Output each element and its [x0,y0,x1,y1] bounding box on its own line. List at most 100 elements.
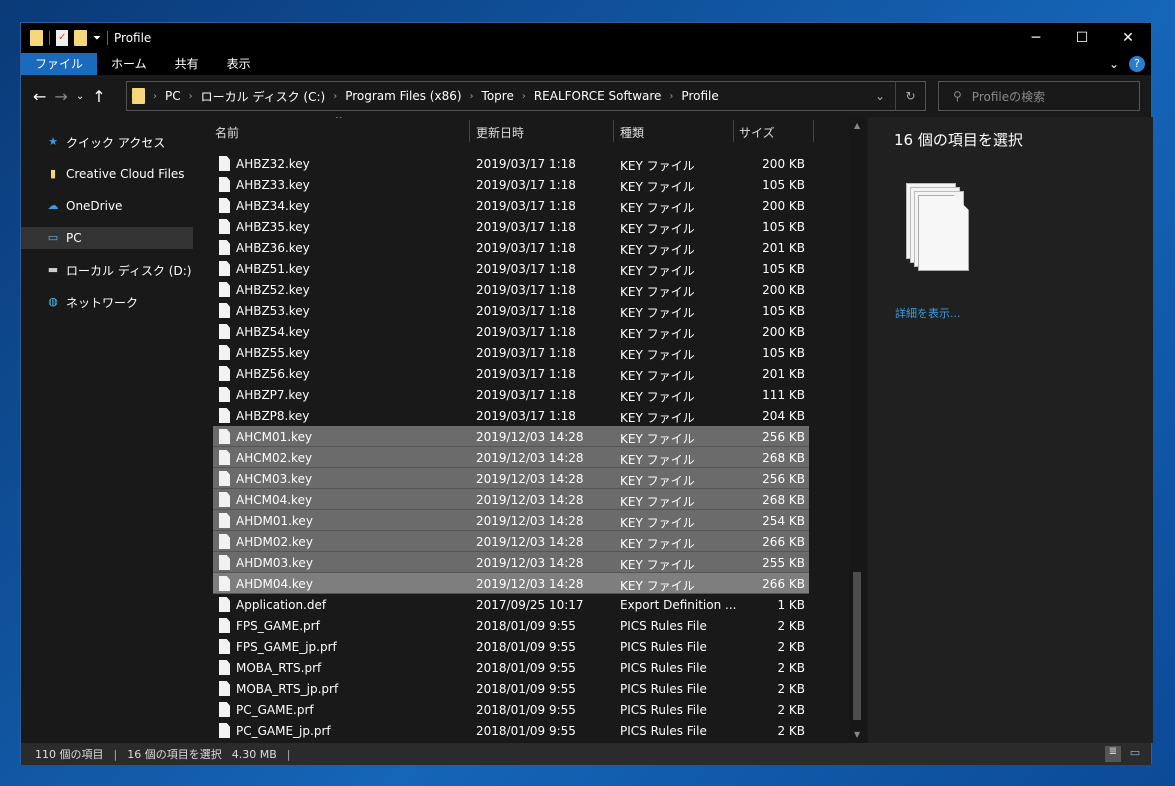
file-type: KEY ファイル [620,579,695,593]
breadcrumb-profile[interactable]: Profile [681,89,718,103]
file-row[interactable]: PC_GAME_jp.prf 2018/01/09 9:55 PICS Rules … [213,720,809,741]
nav-item[interactable]: ◍ ネットワーク [21,291,193,313]
recent-locations-chevron-icon[interactable]: ⌄ [76,91,84,102]
file-row[interactable]: AHCM04.key 2019/12/03 14:28 KEY ファイル 268 KB [213,489,809,510]
file-type: KEY ファイル [620,558,695,572]
file-row[interactable]: AHBZP8.key 2019/03/17 1:18 KEY ファイル 204 KB [213,405,809,426]
minimize-button[interactable]: ─ [1013,23,1059,53]
file-row[interactable]: MOBA_RTS.prf 2018/01/09 9:55 PICS Rules Fi… [213,657,809,678]
file-row[interactable]: AHBZ51.key 2019/03/17 1:18 KEY ファイル 105 KB [213,258,809,279]
column-name[interactable]: 名前 [215,124,239,141]
customize-quick-access-icon[interactable]: ⏷ [93,33,101,44]
file-row[interactable]: AHBZ55.key 2019/03/17 1:18 KEY ファイル 105 KB [213,342,809,363]
file-row[interactable]: AHBZ34.key 2019/03/17 1:18 KEY ファイル 200 KB [213,195,809,216]
tab-home[interactable]: ホーム [97,53,161,75]
file-row[interactable]: AHBZ54.key 2019/03/17 1:18 KEY ファイル 200 KB [213,321,809,342]
file-icon [219,177,230,192]
file-row[interactable]: AHBZ35.key 2019/03/17 1:18 KEY ファイル 105 KB [213,216,809,237]
tab-view[interactable]: 表示 [213,53,265,75]
refresh-icon[interactable]: ↻ [895,82,925,110]
file-row[interactable]: AHCM02.key 2019/12/03 14:28 KEY ファイル 268 KB [213,447,809,468]
up-arrow-icon[interactable]: ↑ [92,87,105,106]
file-row[interactable]: FPS_GAME.prf 2018/01/09 9:55 PICS Rules Fi… [213,615,809,636]
column-type[interactable]: 種類 [620,124,644,141]
show-details-link[interactable]: 詳細を表示... [895,305,961,321]
file-size: 255 KB [762,556,805,570]
file-date: 2018/01/09 9:55 [476,703,576,717]
tab-file[interactable]: ファイル [21,53,98,75]
address-bar[interactable]: › PC › ローカル ディスク (C:) › Program Files (x86)… [126,81,926,111]
breadcrumb-program-files[interactable]: Program Files (x86) [345,89,461,103]
file-date: 2017/09/25 10:17 [476,598,584,612]
details-view-icon[interactable]: ≣ [1105,746,1121,762]
forward-arrow-icon[interactable]: → [54,87,67,106]
file-type: KEY ファイル [620,264,695,278]
scrollbar-thumb[interactable] [853,572,861,720]
status-bar: 110 個の項目 | 16 個の項目を選択 4.30 MB | ≣ ▭ [21,743,1151,765]
vertical-scrollbar[interactable]: ▲ ▼ [849,117,867,743]
chevron-right-icon[interactable]: › [470,91,474,102]
tab-share[interactable]: 共有 [161,53,213,75]
chevron-right-icon[interactable]: › [669,91,673,102]
chevron-right-icon[interactable]: › [153,91,157,102]
expand-ribbon-icon[interactable]: ⌄ [1109,57,1119,71]
nav-item[interactable]: ▮ Creative Cloud Files [21,163,193,185]
file-type: KEY ファイル [620,180,695,194]
breadcrumb-realforce[interactable]: REALFORCE Software [534,89,662,103]
scroll-down-icon[interactable]: ▼ [854,730,860,739]
address-dropdown-icon[interactable]: ⌄ [865,82,895,110]
file-row[interactable]: AHCM01.key 2019/12/03 14:28 KEY ファイル 256 KB [213,426,809,447]
file-name: PC_GAME.prf [236,703,314,717]
file-row[interactable]: AHBZ52.key 2019/03/17 1:18 KEY ファイル 200 KB [213,279,809,300]
file-row[interactable]: AHBZ56.key 2019/03/17 1:18 KEY ファイル 201 KB [213,363,809,384]
search-input[interactable]: ⚲ Profileの検索 [938,81,1140,111]
nav-item[interactable]: ☁ OneDrive [21,195,193,217]
file-date: 2019/12/03 14:28 [476,472,584,486]
back-arrow-icon[interactable]: ← [33,87,46,106]
file-list: 名前 ^ 更新日時 種類 サイズ AHBZ32.key 2019/03/17 1:… [197,117,849,743]
file-row[interactable]: AHDM04.key 2019/12/03 14:28 KEY ファイル 266 KB [213,573,809,594]
file-row[interactable]: AHBZ53.key 2019/03/17 1:18 KEY ファイル 105 KB [213,300,809,321]
maximize-button[interactable]: ☐ [1059,23,1105,53]
nav-item[interactable]: ▭ PC [21,227,193,249]
close-button[interactable]: ✕ [1105,23,1151,53]
breadcrumb-c-drive[interactable]: ローカル ディスク (C:) [201,88,326,105]
file-size: 1 KB [777,598,805,612]
column-date[interactable]: 更新日時 [476,124,524,141]
nav-item-label: ネットワーク [66,295,139,310]
file-row[interactable]: PC_GAME.prf 2018/01/09 9:55 PICS Rules Fil… [213,699,809,720]
chevron-right-icon[interactable]: › [522,91,526,102]
file-row[interactable]: AHDM02.key 2019/12/03 14:28 KEY ファイル 266 KB [213,531,809,552]
file-row[interactable]: AHBZ32.key 2019/03/17 1:18 KEY ファイル 200 KB [213,153,809,174]
nav-item[interactable]: ★ クイック アクセス [21,131,193,153]
new-folder-icon[interactable] [74,30,87,46]
file-date: 2019/03/17 1:18 [476,283,576,297]
file-row[interactable]: MOBA_RTS_jp.prf 2018/01/09 9:55 PICS Rules… [213,678,809,699]
file-name: AHCM02.key [236,451,313,465]
breadcrumb-pc[interactable]: PC [165,89,181,103]
column-size[interactable]: サイズ [739,124,775,141]
large-icons-view-icon[interactable]: ▭ [1127,746,1143,762]
scroll-up-icon[interactable]: ▲ [854,121,860,130]
properties-icon[interactable] [56,30,68,46]
file-row[interactable]: AHDM01.key 2019/12/03 14:28 KEY ファイル 254 KB [213,510,809,531]
file-date: 2019/03/17 1:18 [476,262,576,276]
chevron-right-icon[interactable]: › [333,91,337,102]
breadcrumb-topre[interactable]: Topre [482,89,514,103]
file-type: KEY ファイル [620,537,695,551]
file-type: KEY ファイル [620,222,695,236]
file-size: 105 KB [762,262,805,276]
file-type: Export Definition ... [620,598,737,612]
file-row[interactable]: AHCM03.key 2019/12/03 14:28 KEY ファイル 256 KB [213,468,809,489]
nav-item[interactable]: ▬ ローカル ディスク (D:) [21,259,193,281]
file-type: KEY ファイル [620,306,695,320]
file-row[interactable]: AHBZP7.key 2019/03/17 1:18 KEY ファイル 111 KB [213,384,809,405]
file-row[interactable]: FPS_GAME_jp.prf 2018/01/09 9:55 PICS Rules… [213,636,809,657]
chevron-right-icon[interactable]: › [189,91,193,102]
file-date: 2019/12/03 14:28 [476,535,584,549]
file-row[interactable]: AHBZ33.key 2019/03/17 1:18 KEY ファイル 105 KB [213,174,809,195]
file-row[interactable]: AHBZ36.key 2019/03/17 1:18 KEY ファイル 201 KB [213,237,809,258]
help-icon[interactable]: ? [1129,56,1145,72]
file-row[interactable]: Application.def 2017/09/25 10:17 Export De… [213,594,809,615]
file-row[interactable]: AHDM03.key 2019/12/03 14:28 KEY ファイル 255 KB [213,552,809,573]
